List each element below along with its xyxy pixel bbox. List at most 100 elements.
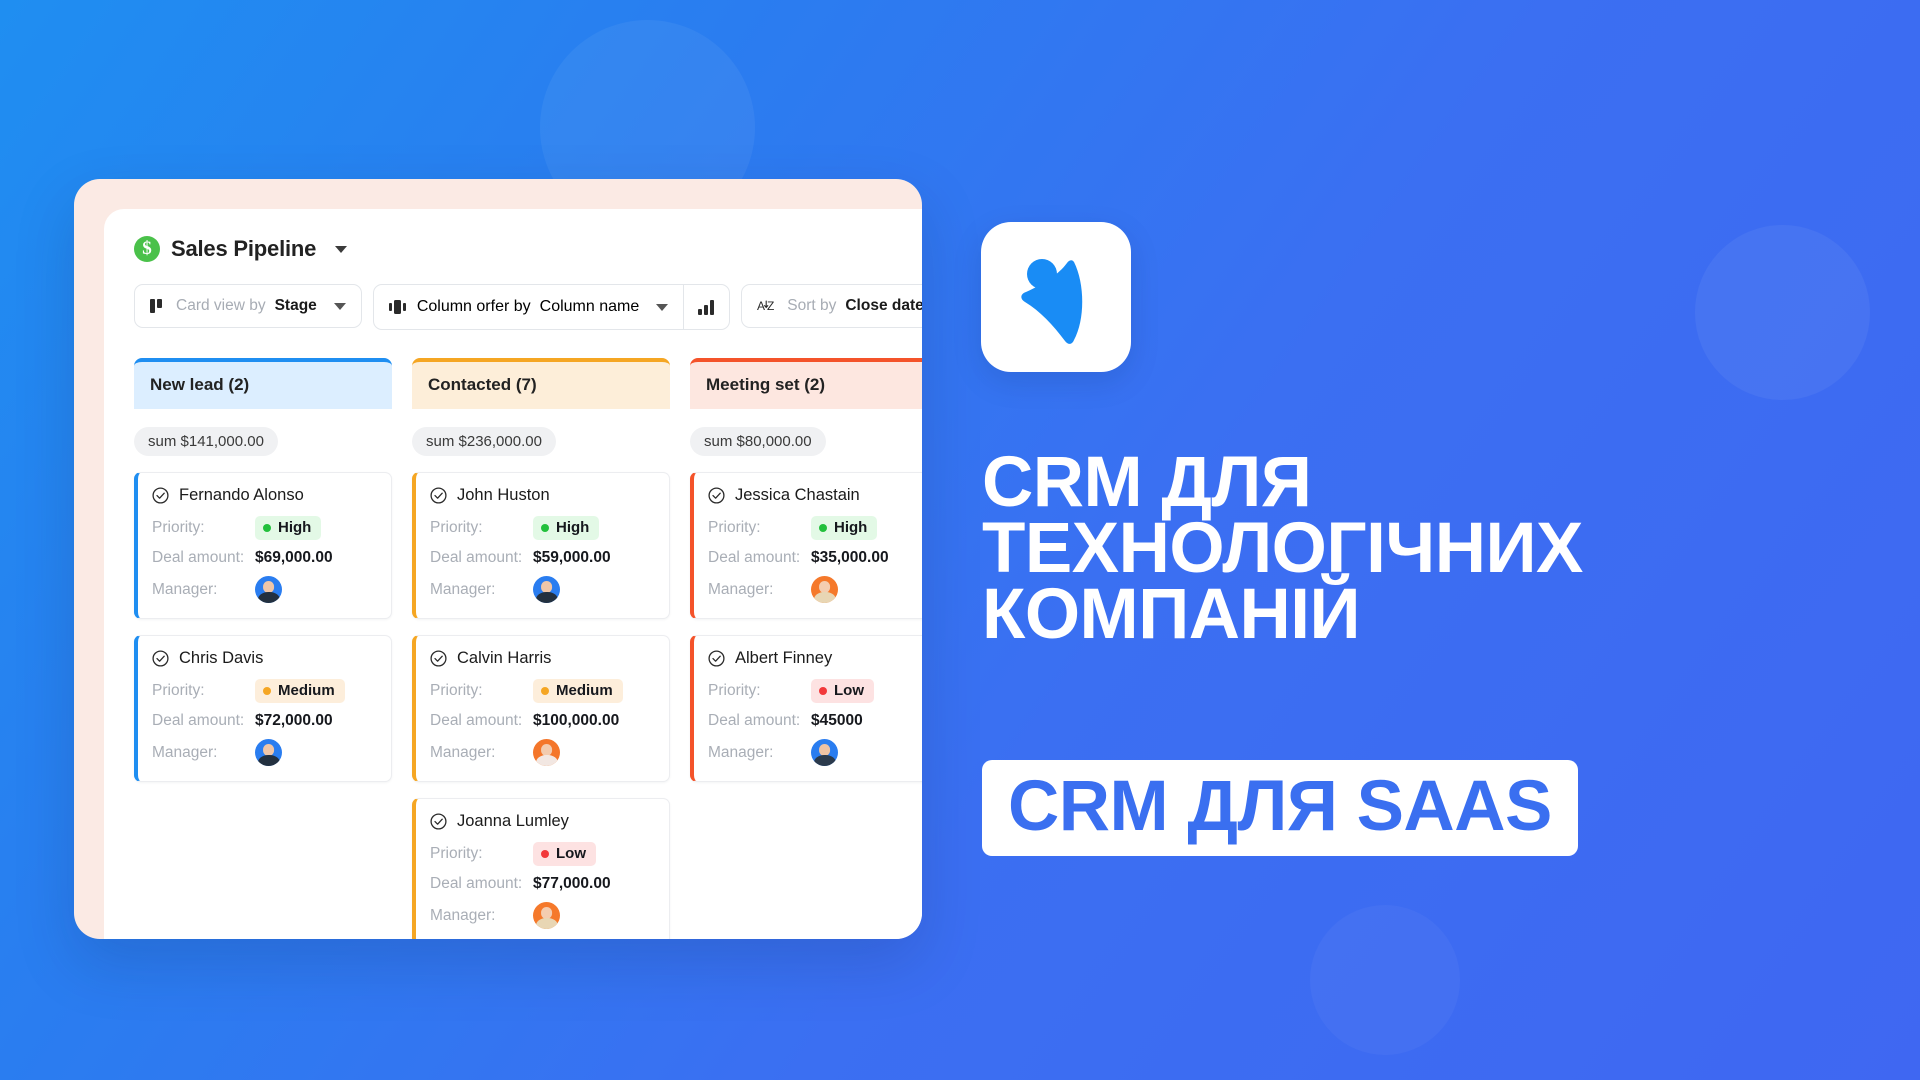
avatar[interactable] bbox=[533, 576, 560, 603]
priority-value: High bbox=[834, 519, 868, 536]
deal-amount-value: $100,000.00 bbox=[533, 712, 620, 729]
column-header[interactable]: New lead (2) bbox=[134, 358, 392, 409]
priority-badge: Low bbox=[533, 842, 596, 866]
priority-badge: Low bbox=[811, 679, 874, 703]
check-circle-icon bbox=[708, 487, 725, 504]
priority-value: Low bbox=[834, 682, 864, 699]
kanban-column: Contacted (7) sum $236,000.00 John Huston P… bbox=[412, 358, 670, 939]
deal-amount-label: Deal amount: bbox=[430, 712, 523, 729]
headline-line-1: CRM ДЛЯ bbox=[982, 443, 1312, 522]
column-order-group: Column orfer by Column name bbox=[372, 284, 731, 330]
priority-label: Priority: bbox=[152, 519, 205, 536]
bitrix-person-logo-icon bbox=[981, 259, 1131, 376]
deal-amount-row: Deal amount: $59,000.00 bbox=[430, 549, 654, 567]
deal-name: John Huston bbox=[457, 486, 550, 504]
deal-card[interactable]: John Huston Priority: High Deal amount: $59,… bbox=[412, 472, 670, 619]
deal-amount-row: Deal amount: $45000 bbox=[708, 712, 922, 730]
avatar[interactable] bbox=[533, 902, 560, 929]
priority-label: Priority: bbox=[430, 682, 483, 699]
check-circle-icon bbox=[430, 813, 447, 830]
deal-name: Jessica Chastain bbox=[735, 486, 860, 504]
priority-value: High bbox=[556, 519, 590, 536]
chevron-down-icon[interactable] bbox=[333, 302, 346, 310]
manager-row: Manager: bbox=[430, 902, 654, 929]
priority-row: Priority: High bbox=[708, 516, 922, 540]
priority-value: High bbox=[278, 519, 312, 536]
deal-amount-label: Deal amount: bbox=[152, 712, 245, 729]
crm-app-window: $ Sales Pipeline Card view by Stage Colu… bbox=[104, 209, 922, 939]
priority-row: Priority: High bbox=[430, 516, 654, 540]
priority-label: Priority: bbox=[430, 845, 483, 862]
priority-dot-icon bbox=[819, 523, 827, 532]
priority-badge: High bbox=[811, 516, 878, 540]
background-circle-bottom bbox=[1310, 905, 1460, 1055]
avatar[interactable] bbox=[811, 576, 838, 603]
deal-card-title: Jessica Chastain bbox=[708, 486, 922, 505]
brand-logo-tile bbox=[981, 222, 1131, 372]
avatar[interactable] bbox=[255, 739, 282, 766]
deal-card-title: Albert Finney bbox=[708, 649, 922, 668]
column-order-selector[interactable]: Column orfer by Column name bbox=[374, 285, 683, 329]
check-circle-icon bbox=[152, 487, 169, 504]
chart-view-button[interactable] bbox=[684, 285, 729, 329]
column-sum-badge: sum $141,000.00 bbox=[134, 427, 278, 456]
sort-az-icon: A Z bbox=[757, 298, 778, 315]
column-header[interactable]: Contacted (7) bbox=[412, 358, 670, 409]
column-order-value: Column name bbox=[539, 298, 640, 315]
priority-dot-icon bbox=[263, 686, 271, 695]
priority-dot-icon bbox=[263, 523, 271, 532]
column-header[interactable]: Meeting set (2) bbox=[690, 358, 922, 409]
priority-label: Priority: bbox=[430, 519, 483, 536]
priority-row: Priority: Low bbox=[708, 679, 922, 703]
deal-amount-label: Deal amount: bbox=[708, 712, 801, 729]
priority-label: Priority: bbox=[708, 682, 761, 699]
priority-badge: High bbox=[533, 516, 600, 540]
column-sum-badge: sum $80,000.00 bbox=[690, 427, 826, 456]
manager-label: Manager: bbox=[152, 580, 218, 598]
deal-card[interactable]: Albert Finney Priority: Low Deal amount: $45… bbox=[690, 635, 922, 782]
deal-amount-value: $35,000.00 bbox=[811, 549, 889, 566]
kanban-column: New lead (2) sum $141,000.00 Fernando Alon… bbox=[134, 358, 392, 939]
priority-label: Priority: bbox=[152, 682, 205, 699]
check-circle-icon bbox=[430, 650, 447, 667]
deal-amount-row: Deal amount: $100,000.00 bbox=[430, 712, 654, 730]
deal-amount-label: Deal amount: bbox=[152, 549, 245, 566]
card-view-selector[interactable]: Card view by Stage bbox=[134, 284, 362, 328]
avatar[interactable] bbox=[255, 576, 282, 603]
pipeline-header[interactable]: $ Sales Pipeline bbox=[104, 209, 922, 262]
manager-label: Manager: bbox=[708, 743, 774, 761]
avatar[interactable] bbox=[533, 739, 560, 766]
column-sum-badge: sum $236,000.00 bbox=[412, 427, 556, 456]
kanban-icon bbox=[150, 298, 167, 314]
deal-name: Chris Davis bbox=[179, 649, 264, 667]
deal-card[interactable]: Joanna Lumley Priority: Low Deal amount: $77… bbox=[412, 798, 670, 939]
deal-amount-label: Deal amount: bbox=[430, 875, 523, 892]
deal-card[interactable]: Fernando Alonso Priority: High Deal amount:… bbox=[134, 472, 392, 619]
sort-selector[interactable]: A Z Sort by Close date bbox=[741, 284, 922, 328]
priority-row: Priority: Medium bbox=[430, 679, 654, 703]
priority-row: Priority: Low bbox=[430, 842, 654, 866]
check-circle-icon bbox=[430, 487, 447, 504]
chevron-down-icon[interactable] bbox=[335, 245, 348, 253]
marketing-subline: CRM ДЛЯ SAAS bbox=[982, 760, 1578, 857]
deal-card-title: Fernando Alonso bbox=[152, 486, 376, 505]
deal-amount-row: Deal amount: $72,000.00 bbox=[152, 712, 376, 730]
deal-card[interactable]: Jessica Chastain Priority: High Deal amount… bbox=[690, 472, 922, 619]
deal-name: Albert Finney bbox=[735, 649, 833, 667]
svg-text:A: A bbox=[757, 299, 765, 313]
avatar[interactable] bbox=[811, 739, 838, 766]
crm-app-mockup: $ Sales Pipeline Card view by Stage Colu… bbox=[74, 179, 922, 939]
chevron-down-icon[interactable] bbox=[656, 303, 669, 311]
manager-label: Manager: bbox=[430, 906, 496, 924]
deal-card-title: John Huston bbox=[430, 486, 654, 505]
card-view-value: Stage bbox=[274, 297, 317, 314]
deal-card-title: Chris Davis bbox=[152, 649, 376, 668]
marketing-headline: CRM ДЛЯ ТЕХНОЛОГІЧНИХ КОМПАНІЙ bbox=[982, 443, 1842, 650]
deal-card[interactable]: Calvin Harris Priority: Medium Deal amount:… bbox=[412, 635, 670, 782]
priority-row: Priority: High bbox=[152, 516, 376, 540]
check-circle-icon bbox=[708, 650, 725, 667]
priority-value: Medium bbox=[278, 682, 335, 699]
priority-badge: Medium bbox=[255, 679, 345, 703]
deal-card[interactable]: Chris Davis Priority: Medium Deal amount: $7… bbox=[134, 635, 392, 782]
priority-value: Medium bbox=[556, 682, 613, 699]
